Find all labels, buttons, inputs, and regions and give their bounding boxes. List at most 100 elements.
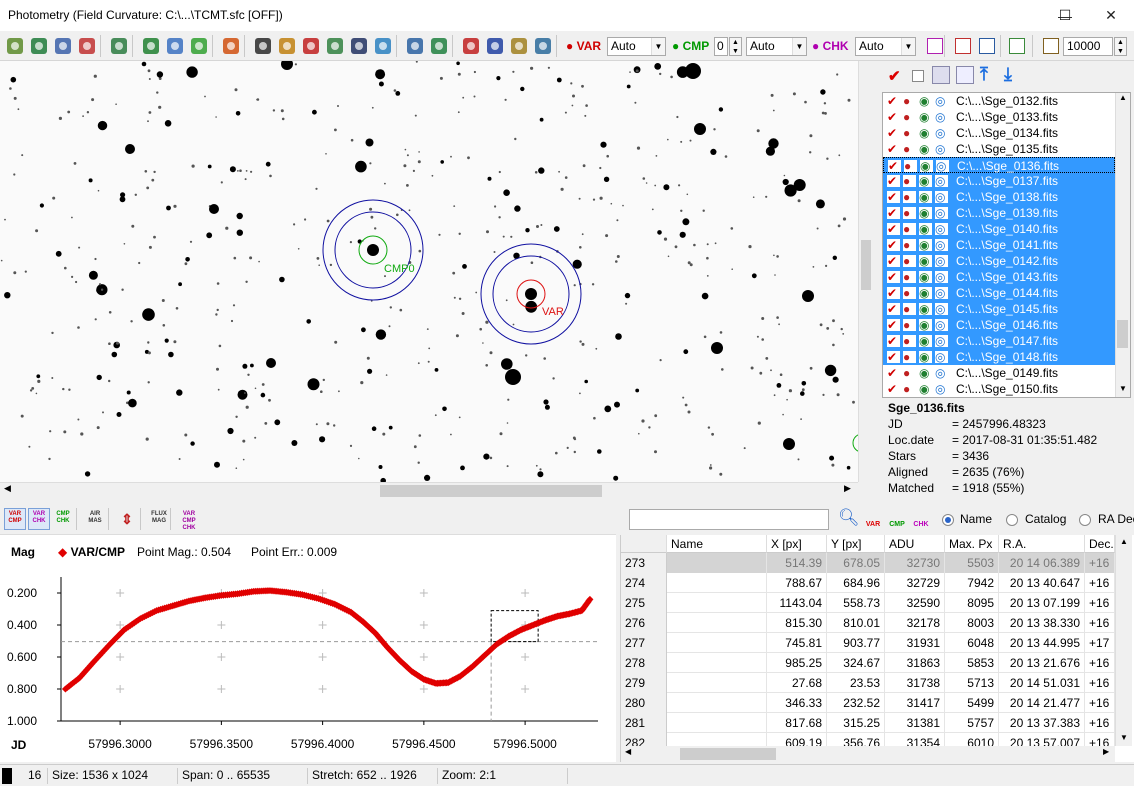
image-info-icon[interactable]	[956, 66, 974, 84]
aperture-icon[interactable]	[220, 35, 242, 57]
zoom-icon[interactable]	[372, 35, 394, 57]
table-row[interactable]: 278 985.25 324.67 31863 5853 20 13 21.676 +16	[621, 653, 1115, 673]
limit-input[interactable]: 10000	[1063, 37, 1113, 56]
search-icon[interactable]: 🔍︎	[838, 508, 860, 528]
scroll-down-icon[interactable]: ▼	[1119, 384, 1127, 393]
table-row[interactable]: 274 788.67 684.96 32729 7942 20 13 40.647 +16	[621, 573, 1115, 593]
table-row[interactable]: 281 817.68 315.25 31381 5757 20 13 37.383 +16	[621, 713, 1115, 733]
radio-radec[interactable]	[1079, 514, 1091, 526]
file-list-item[interactable]: ✔ ● ◉ ◎ C:\...\Sge_0148.fits	[883, 349, 1115, 365]
report-icon[interactable]	[952, 35, 974, 57]
column-header[interactable]: Max. Px	[945, 535, 999, 553]
check-selected-icon[interactable]	[932, 66, 950, 84]
target-icon[interactable]	[300, 35, 322, 57]
column-header[interactable]: Y [px]	[827, 535, 885, 553]
air-mass-button[interactable]: AIR MAS	[84, 508, 106, 530]
scroll-right-icon[interactable]: ▶	[844, 483, 851, 494]
table-row[interactable]: 277 745.81 903.77 31931 6048 20 13 44.995 +17	[621, 633, 1115, 653]
chart-icon[interactable]	[1040, 35, 1062, 57]
image-list-icon[interactable]	[52, 35, 74, 57]
column-header[interactable]: R.A.	[999, 535, 1085, 553]
radio-catalog[interactable]	[1006, 514, 1018, 526]
find-icon[interactable]	[532, 35, 554, 57]
filter-icon[interactable]	[164, 35, 186, 57]
settings-icon[interactable]	[404, 35, 426, 57]
var-cmp-button[interactable]: VAR CMP	[4, 508, 26, 530]
edit-icon[interactable]	[508, 35, 530, 57]
star-table[interactable]: Name X [px] Y [px] ADU Max. Px R.A. Dec. 273 514…	[621, 535, 1115, 746]
light-curve-plot[interactable]: 57996.3000 57996.3500 57996.4000 57996.4500…	[0, 535, 616, 762]
cmp-index-input[interactable]: 0	[714, 37, 728, 56]
check-icon[interactable]: ✔	[887, 303, 900, 315]
table-row[interactable]: 280 346.33 232.52 31417 5499 20 14 21.477 +16	[621, 693, 1115, 713]
file-list-item[interactable]: ✔ ● ◉ ◎ C:\...\Sge_0145.fits	[883, 301, 1115, 317]
scroll-left-icon[interactable]: ◀	[4, 483, 11, 494]
file-list-item[interactable]: ✔ ● ◉ ◎ C:\...\Sge_0142.fits	[883, 253, 1115, 269]
cmp-mode-select[interactable]: Auto ▼	[746, 37, 807, 56]
var-mode-select[interactable]: Auto ▼	[607, 37, 666, 56]
scroll-up-icon[interactable]: ▲	[1119, 93, 1127, 102]
find-stars-icon[interactable]	[140, 35, 162, 57]
check-icon[interactable]: ✔	[887, 287, 900, 299]
file-list-item[interactable]: ✔ ● ◉ ◎ C:\...\Sge_0135.fits	[883, 141, 1115, 157]
ok-icon[interactable]	[188, 35, 210, 57]
file-list-scroll-thumb[interactable]	[1117, 320, 1128, 348]
check-icon[interactable]: ✔	[887, 351, 900, 363]
check-icon[interactable]: ✔	[887, 95, 900, 107]
check-icon[interactable]: ✔	[887, 223, 900, 235]
check-icon[interactable]: ✔	[887, 255, 900, 267]
check-icon[interactable]: ✔	[887, 127, 900, 139]
flux-mag-button[interactable]: FLUX MAG	[148, 508, 170, 530]
scroll-right-icon[interactable]: ▶	[1103, 747, 1109, 756]
file-list-item[interactable]: ✔ ● ◉ ◎ C:\...\Sge_0137.fits	[883, 173, 1115, 189]
maximize-button[interactable]: ☐	[1042, 0, 1088, 31]
column-header[interactable]: Dec.	[1085, 535, 1115, 553]
back-icon[interactable]	[28, 35, 50, 57]
file-list-item[interactable]: ✔ ● ◉ ◎ C:\...\Sge_0147.fits	[883, 333, 1115, 349]
check-icon[interactable]: ✔	[887, 207, 900, 219]
check-all-icon[interactable]: ✔	[888, 67, 904, 85]
file-list-item[interactable]: ✔ ● ◉ ◎ C:\...\Sge_0132.fits	[883, 93, 1115, 109]
check-icon[interactable]: ✔	[887, 319, 900, 331]
cmp-chk-button[interactable]: CMP CHK	[52, 508, 74, 530]
file-list-item[interactable]: ✔ ● ◉ ◎ C:\...\Sge_0144.fits	[883, 285, 1115, 301]
table-row[interactable]: 273 514.39 678.05 32730 5503 20 14 06.389 +16	[621, 553, 1115, 573]
table-icon[interactable]	[348, 35, 370, 57]
column-header[interactable]: ADU	[885, 535, 945, 553]
check-icon[interactable]: ✔	[887, 383, 900, 395]
star-field-image[interactable]: CMP0 VAR	[0, 61, 858, 482]
file-list-item[interactable]: ✔ ● ◉ ◎ C:\...\Sge_0134.fits	[883, 125, 1115, 141]
close-button[interactable]: ✕	[1088, 0, 1134, 31]
image-horizontal-scrollbar[interactable]: ◀ ▶	[0, 482, 858, 498]
column-header[interactable]	[621, 535, 667, 553]
find-cmp-icon[interactable]: CMP	[886, 509, 908, 531]
file-list-scrollbar[interactable]: ▲ ▼	[1115, 93, 1130, 397]
file-list-item[interactable]: ✔ ● ◉ ◎ C:\...\Sge_0149.fits	[883, 365, 1115, 381]
all-curves-button[interactable]: VAR CMP CHK	[178, 508, 200, 531]
check-icon[interactable]: ✔	[887, 335, 900, 347]
scroll-down-icon[interactable]: ▼	[1120, 733, 1128, 742]
export-icon[interactable]	[1006, 35, 1028, 57]
file-list-item[interactable]: ✔ ● ◉ ◎ C:\...\Sge_0143.fits	[883, 269, 1115, 285]
table-hscroll-thumb[interactable]	[680, 748, 776, 760]
scroll-left-icon[interactable]: ◀	[625, 747, 631, 756]
radio-name[interactable]	[942, 514, 954, 526]
column-header[interactable]: X [px]	[767, 535, 827, 553]
star-green-icon[interactable]	[428, 35, 450, 57]
file-list-item[interactable]: ✔ ● ◉ ◎ C:\...\Sge_0139.fits	[883, 205, 1115, 221]
file-list-item[interactable]: ✔ ● ◉ ◎ C:\...\Sge_0146.fits	[883, 317, 1115, 333]
find-var-icon[interactable]: VAR	[862, 509, 884, 531]
file-list-item[interactable]: ✔ ● ◉ ◎ C:\...\Sge_0136.fits	[883, 157, 1115, 173]
run-icon[interactable]	[108, 35, 130, 57]
var-chk-button[interactable]: VAR CHK	[28, 508, 50, 530]
table-row[interactable]: 276 815.30 810.01 32178 8003 20 13 38.330 +16	[621, 613, 1115, 633]
column-header[interactable]: Name	[667, 535, 767, 553]
open-icon[interactable]	[4, 35, 26, 57]
check-icon[interactable]: ✔	[887, 111, 900, 123]
star-red-icon[interactable]	[460, 35, 482, 57]
check-icon[interactable]: ✔	[887, 367, 900, 379]
photometry-icon[interactable]	[76, 35, 98, 57]
table-row[interactable]: 279 27.68 23.53 31738 5713 20 14 51.031 +16	[621, 673, 1115, 693]
file-list-item[interactable]: ✔ ● ◉ ◎ C:\...\Sge_0150.fits	[883, 381, 1115, 397]
star-blue-icon[interactable]	[484, 35, 506, 57]
